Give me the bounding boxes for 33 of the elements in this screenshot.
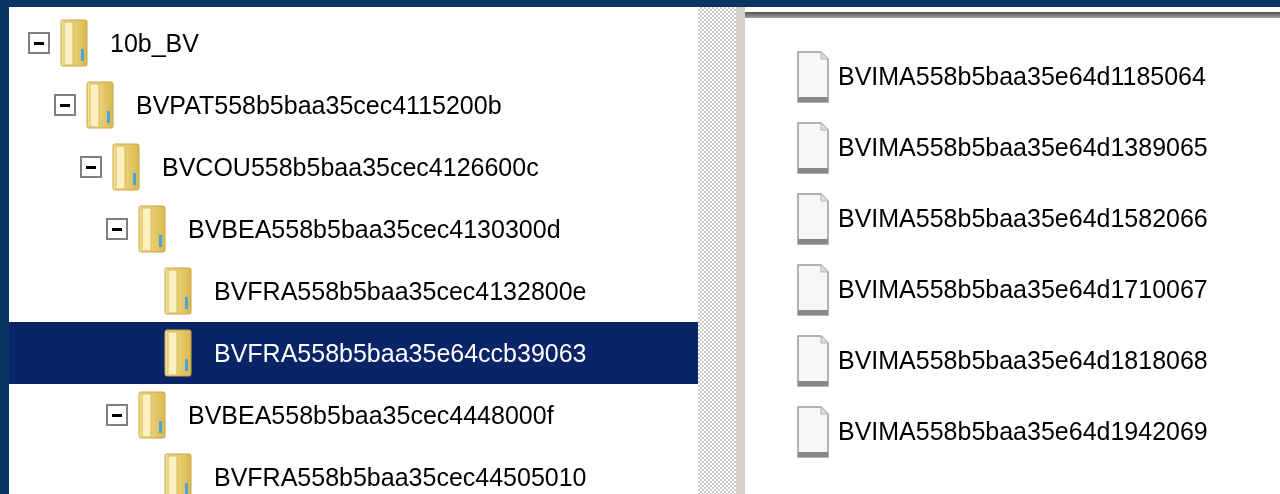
tree-item[interactable]: BVPAT558b5baa35cec4115200b (9, 74, 698, 136)
tree-item[interactable]: BVBEA558b5baa35cec4448000f (9, 384, 698, 446)
collapse-toggle[interactable] (28, 32, 50, 54)
tree-item[interactable]: BVFRA558b5baa35e64ccb39063 (9, 322, 698, 384)
tree-item[interactable]: BVFRA558b5baa35cec44505010 (9, 446, 698, 494)
file-icon (797, 263, 829, 316)
tree-item[interactable]: BVFRA558b5baa35cec4132800e (9, 260, 698, 322)
folder-icon (112, 143, 140, 191)
file-item[interactable]: BVIMA558b5baa35e64d1942069 (797, 396, 1280, 467)
collapse-toggle[interactable] (80, 156, 102, 178)
tree-item[interactable]: 10b_BV (9, 12, 698, 74)
tree-item[interactable]: BVBEA558b5baa35cec4130300d (9, 198, 698, 260)
file-item[interactable]: BVIMA558b5baa35e64d1185064 (797, 41, 1280, 112)
folder-icon (138, 205, 166, 253)
collapse-toggle[interactable] (106, 218, 128, 240)
file-item[interactable]: BVIMA558b5baa35e64d1582066 (797, 183, 1280, 254)
folder-icon (164, 453, 192, 494)
collapse-toggle[interactable] (106, 404, 128, 426)
folder-icon (164, 267, 192, 315)
file-item[interactable]: BVIMA558b5baa35e64d1389065 (797, 112, 1280, 183)
file-item[interactable]: BVIMA558b5baa35e64d1818068 (797, 325, 1280, 396)
folder-icon (164, 329, 192, 377)
folder-icon (60, 19, 88, 67)
file-item[interactable]: BVIMA558b5baa35e64d1710067 (797, 254, 1280, 325)
file-icon (797, 192, 829, 245)
file-icon (797, 50, 829, 103)
folder-icon (138, 391, 166, 439)
tree-item[interactable]: BVCOU558b5baa35cec4126600c (9, 136, 698, 198)
collapse-toggle[interactable] (54, 94, 76, 116)
file-icon (797, 405, 829, 458)
file-icon (797, 334, 829, 387)
file-icon (797, 121, 829, 174)
folder-icon (86, 81, 114, 129)
